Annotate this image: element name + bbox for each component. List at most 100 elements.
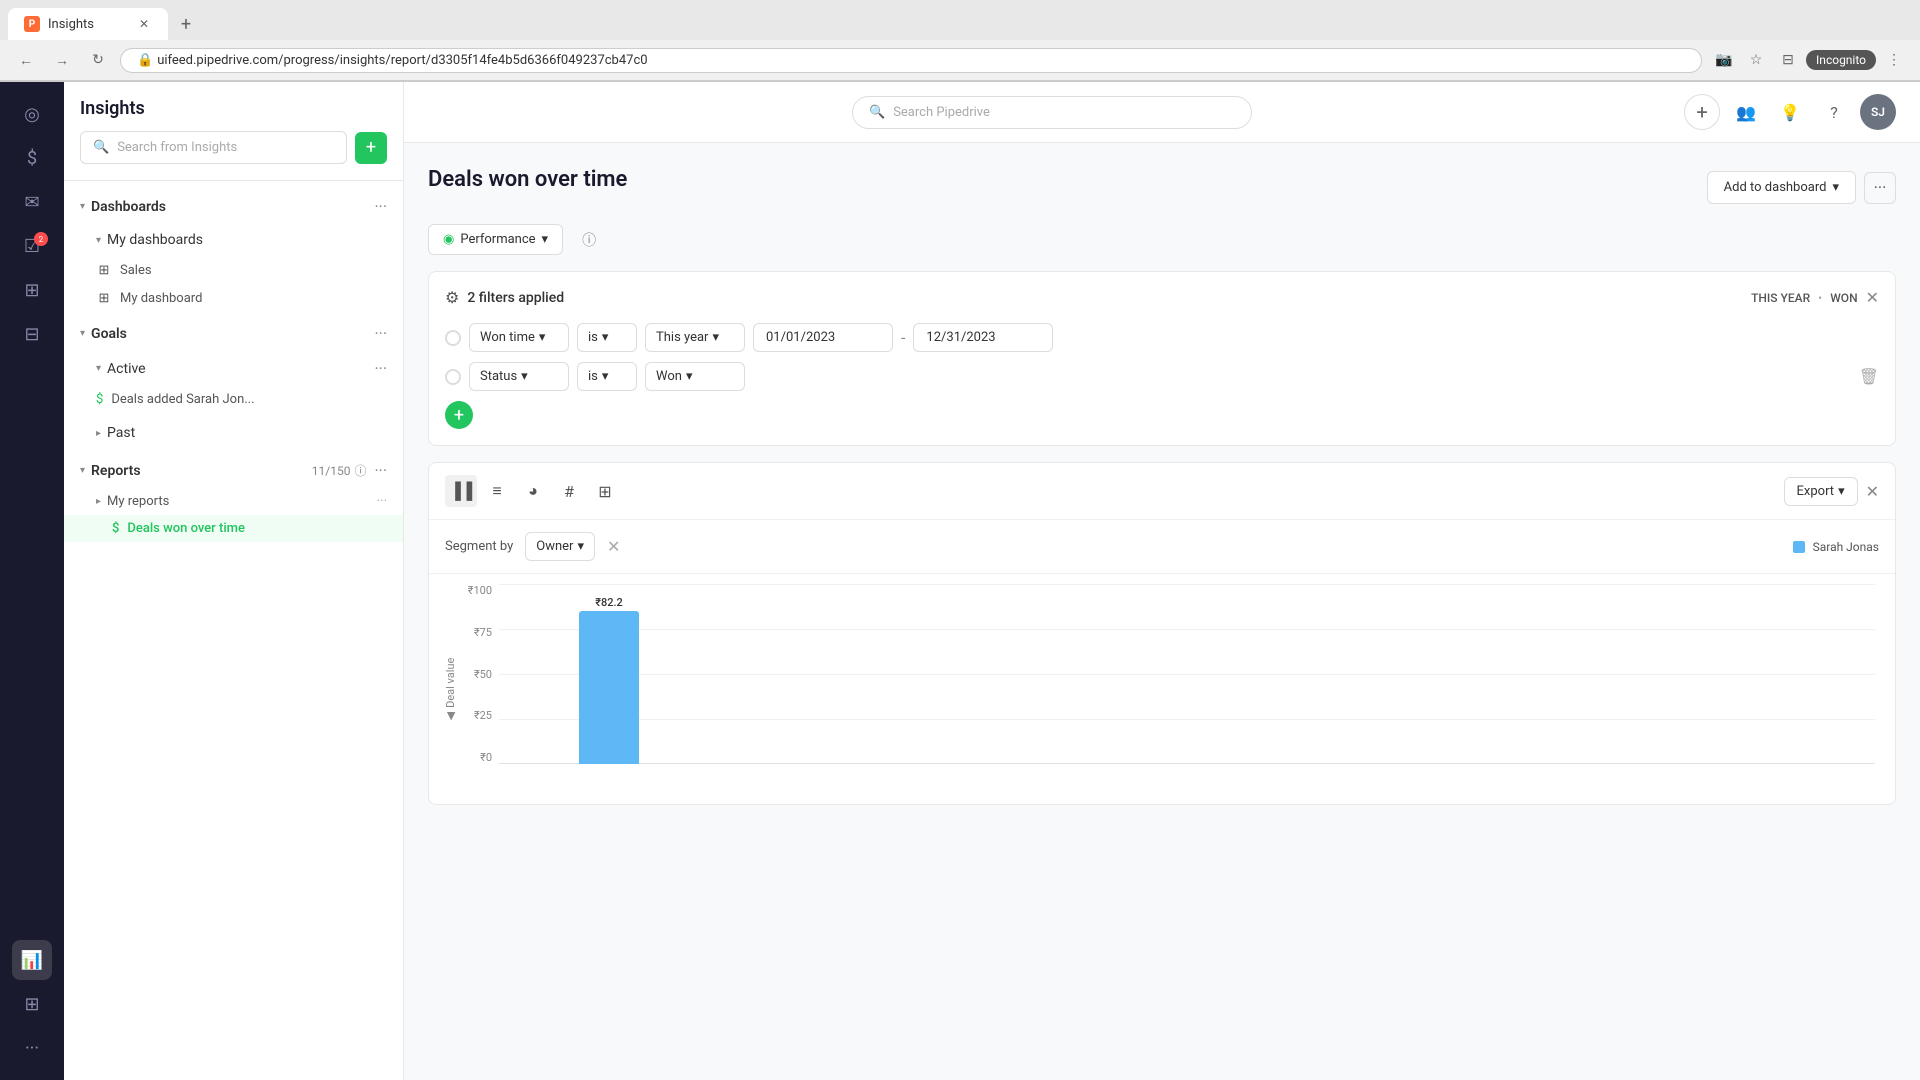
filter-field-2[interactable]: Status ▾	[469, 362, 569, 391]
reports-actions[interactable]: ···	[374, 461, 387, 480]
more-icon-btn[interactable]: ···	[12, 1028, 52, 1068]
insights-icon-btn[interactable]: 📊	[12, 940, 52, 980]
avatar[interactable]: SJ	[1860, 94, 1896, 130]
url-text: uifeed.pipedrive.com/progress/insights/r…	[157, 53, 647, 68]
bar-wrapper: ₹82.2	[579, 596, 639, 764]
add-filter-btn[interactable]: +	[445, 401, 473, 429]
add-header-btn[interactable]: +	[1684, 94, 1720, 130]
help-btn[interactable]: ?	[1816, 94, 1852, 130]
segment-clear-btn[interactable]: ✕	[607, 537, 620, 556]
bar-chart-btn[interactable]: ▐▐	[445, 475, 477, 507]
past-title: Past	[107, 425, 387, 441]
browser-chrome: P Insights ✕ + ← → ↻ 🔒 uifeed.pipedrive.…	[0, 0, 1920, 82]
icon-bar: ◎ $ ✉ ☑ 2 ⊞ ⊟ 📊 ⊞ ···	[0, 82, 64, 1080]
mail-icon-btn[interactable]: ✉	[12, 182, 52, 222]
filter-period-1-chevron: ▾	[712, 330, 719, 345]
apps-icon-btn[interactable]: ⊞	[12, 984, 52, 1024]
info-btn[interactable]: ⓘ	[575, 226, 603, 254]
active-tab[interactable]: P Insights ✕	[8, 8, 168, 40]
legend-item-sarah: Sarah Jonas	[1793, 540, 1879, 554]
forward-btn[interactable]: →	[48, 46, 76, 74]
add-filter-row: +	[445, 401, 1879, 429]
bulb-btn[interactable]: 💡	[1772, 94, 1808, 130]
chart-grid-area: ₹82.2	[499, 584, 1875, 764]
deals-won-icon: $	[112, 521, 119, 536]
refresh-btn[interactable]: ↻	[84, 46, 112, 74]
dashboards-chevron: ▾	[80, 201, 85, 212]
filter-radio-1[interactable]	[445, 330, 461, 346]
filter-radio-2[interactable]	[445, 369, 461, 385]
active-actions[interactable]: ···	[374, 359, 387, 378]
reports-chevron: ▾	[80, 465, 85, 476]
dollar-icon-btn[interactable]: $	[12, 138, 52, 178]
filter-value-2[interactable]: Won ▾	[645, 362, 745, 391]
tab-bar: P Insights ✕ +	[0, 0, 1920, 40]
reports-header[interactable]: ▾ Reports 11/150 ⓘ ···	[64, 453, 403, 488]
camera-btn[interactable]: 📷	[1710, 46, 1738, 74]
grid-icon-btn[interactable]: ⊟	[12, 314, 52, 354]
report-title: Deals won over time	[428, 167, 627, 192]
pie-chart-btn[interactable]: ◕	[517, 475, 549, 507]
url-bar[interactable]: 🔒 uifeed.pipedrive.com/progress/insights…	[120, 48, 1702, 73]
sidebar-search-input[interactable]: 🔍 Search from Insights	[80, 131, 347, 164]
y-label-75: ₹75	[474, 626, 492, 639]
table-chart-btn[interactable]: ⊞	[589, 475, 621, 507]
filter-field-1[interactable]: Won time ▾	[469, 323, 569, 352]
arrow-left-icon: ◀	[444, 712, 457, 720]
my-reports-label: My reports	[107, 494, 169, 509]
extensions-btn[interactable]: ⊟	[1774, 46, 1802, 74]
delete-filter-2-btn[interactable]: 🗑	[1859, 367, 1879, 386]
performance-btn[interactable]: ◉ Performance ▾	[428, 224, 563, 255]
target-icon-btn[interactable]: ◎	[12, 94, 52, 134]
more-options-btn[interactable]: ···	[1864, 172, 1896, 204]
chart-toolbar: ▐▐ ≡ ◕ # ⊞ Export ▾ ✕	[429, 463, 1895, 520]
filter-operator-1[interactable]: is ▾	[577, 323, 637, 352]
my-dashboard-label: My dashboard	[120, 291, 387, 306]
past-chevron: ▸	[96, 428, 101, 439]
add-to-dashboard-btn[interactable]: Add to dashboard ▾	[1707, 171, 1856, 204]
close-chart-btn[interactable]: ✕	[1866, 482, 1879, 501]
my-dashboards-header[interactable]: ▾ My dashboards	[64, 224, 403, 256]
filter-field-1-chevron: ▾	[539, 330, 546, 345]
sidebar-item-deals-added[interactable]: $ Deals added Sarah Jon...	[64, 386, 403, 413]
activity-icon-btn[interactable]: ☑ 2	[12, 226, 52, 266]
tab-title: Insights	[48, 17, 94, 32]
my-reports-actions[interactable]: ···	[377, 494, 387, 509]
goals-actions[interactable]: ···	[374, 324, 387, 343]
grid-line-100	[499, 584, 1875, 585]
filter-operator-2[interactable]: is ▾	[577, 362, 637, 391]
sidebar-item-my-dashboard[interactable]: ⊞ My dashboard	[64, 284, 403, 312]
date-separator: -	[901, 328, 905, 347]
export-btn[interactable]: Export ▾	[1784, 477, 1858, 506]
sidebar-item-my-reports[interactable]: ▸ My reports ···	[64, 488, 403, 515]
dashboards-header[interactable]: ▾ Dashboards ···	[64, 189, 403, 224]
sidebar-add-btn[interactable]: +	[355, 132, 387, 164]
filter-row-2: Status ▾ is ▾ Won ▾ 🗑	[445, 362, 1879, 391]
goals-header[interactable]: ▾ Goals ···	[64, 316, 403, 351]
global-search[interactable]: 🔍 Search Pipedrive	[852, 96, 1252, 129]
report-toolbar: ◉ Performance ▾ ⓘ	[428, 224, 1896, 255]
my-dashboard-icon: ⊞	[96, 290, 112, 306]
filter-period-1[interactable]: This year ▾	[645, 323, 745, 352]
dashboards-actions[interactable]: ···	[374, 197, 387, 216]
hash-chart-btn[interactable]: #	[553, 475, 585, 507]
segment-select[interactable]: Owner ▾	[525, 532, 595, 561]
past-header[interactable]: ▸ Past	[64, 417, 403, 449]
calendar-icon-btn[interactable]: ⊞	[12, 270, 52, 310]
sidebar-item-deals-won[interactable]: $ Deals won over time	[64, 515, 403, 542]
filter-date-to[interactable]: 12/31/2023	[913, 323, 1053, 352]
people-btn[interactable]: 👥	[1728, 94, 1764, 130]
sales-icon: ⊞	[96, 262, 112, 278]
back-btn[interactable]: ←	[12, 46, 40, 74]
tab-close-btn[interactable]: ✕	[136, 16, 152, 32]
y-axis-title: ◀ Deal value	[444, 658, 457, 721]
filter-date-from[interactable]: 01/01/2023	[753, 323, 893, 352]
star-btn[interactable]: ☆	[1742, 46, 1770, 74]
menu-btn[interactable]: ⋮	[1880, 46, 1908, 74]
close-filters-btn[interactable]: ✕	[1866, 288, 1879, 307]
active-header[interactable]: ▾ Active ···	[64, 351, 403, 386]
new-tab-btn[interactable]: +	[172, 10, 200, 38]
reports-info-icon[interactable]: ⓘ	[354, 462, 366, 479]
list-chart-btn[interactable]: ≡	[481, 475, 513, 507]
sidebar-item-sales[interactable]: ⊞ Sales	[64, 256, 403, 284]
